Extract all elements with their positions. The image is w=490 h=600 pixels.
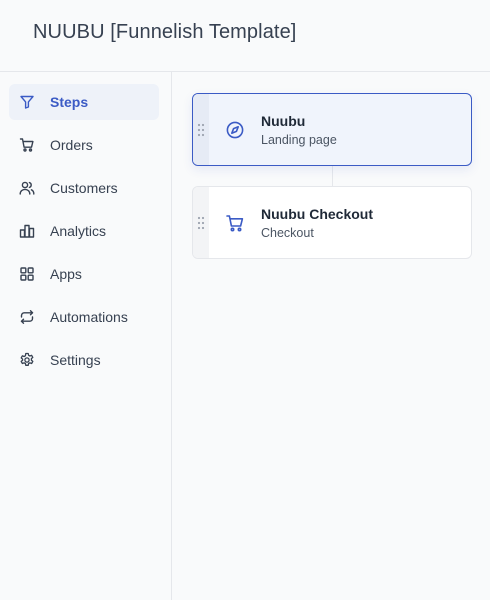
compass-icon <box>225 120 245 140</box>
sidebar-item-label: Customers <box>50 180 118 196</box>
step-connector <box>332 166 333 186</box>
sidebar-item-label: Orders <box>50 137 93 153</box>
sidebar-item-customers[interactable]: Customers <box>9 170 159 206</box>
step-card-nuubu-checkout[interactable]: Nuubu Checkout Checkout <box>192 186 472 259</box>
sidebar: Steps Orders Customers Analytics Apps Au… <box>0 72 172 600</box>
drag-handle-icon[interactable] <box>193 94 209 165</box>
sidebar-item-label: Steps <box>50 94 89 110</box>
sidebar-item-label: Automations <box>50 309 128 325</box>
step-name: Nuubu <box>261 113 306 129</box>
users-icon <box>19 180 35 196</box>
sidebar-item-analytics[interactable]: Analytics <box>9 213 159 249</box>
sidebar-item-label: Analytics <box>50 223 107 239</box>
page-title: NUUBU [Funnelish Template] <box>33 21 297 43</box>
bar-chart-icon <box>19 223 35 239</box>
step-name: Nuubu Checkout <box>261 206 373 222</box>
step-type: Checkout <box>261 226 314 240</box>
drag-handle-icon[interactable] <box>193 187 209 258</box>
sidebar-item-settings[interactable]: Settings <box>9 342 159 378</box>
gear-icon <box>19 352 35 368</box>
sidebar-item-orders[interactable]: Orders <box>9 127 159 163</box>
sidebar-item-label: Apps <box>50 266 82 282</box>
sidebar-item-apps[interactable]: Apps <box>9 256 159 292</box>
app-header: NUUBU [Funnelish Template] <box>0 0 490 72</box>
cart-icon <box>19 137 35 153</box>
sidebar-item-label: Settings <box>50 352 101 368</box>
step-card-nuubu[interactable]: Nuubu Landing page <box>192 93 472 166</box>
filter-icon <box>19 94 35 110</box>
sidebar-item-automations[interactable]: Automations <box>9 299 159 335</box>
step-type: Landing page <box>261 133 337 147</box>
cart-icon <box>225 213 245 233</box>
grid-icon <box>19 266 35 282</box>
repeat-icon <box>19 309 35 325</box>
sidebar-item-steps[interactable]: Steps <box>9 84 159 120</box>
